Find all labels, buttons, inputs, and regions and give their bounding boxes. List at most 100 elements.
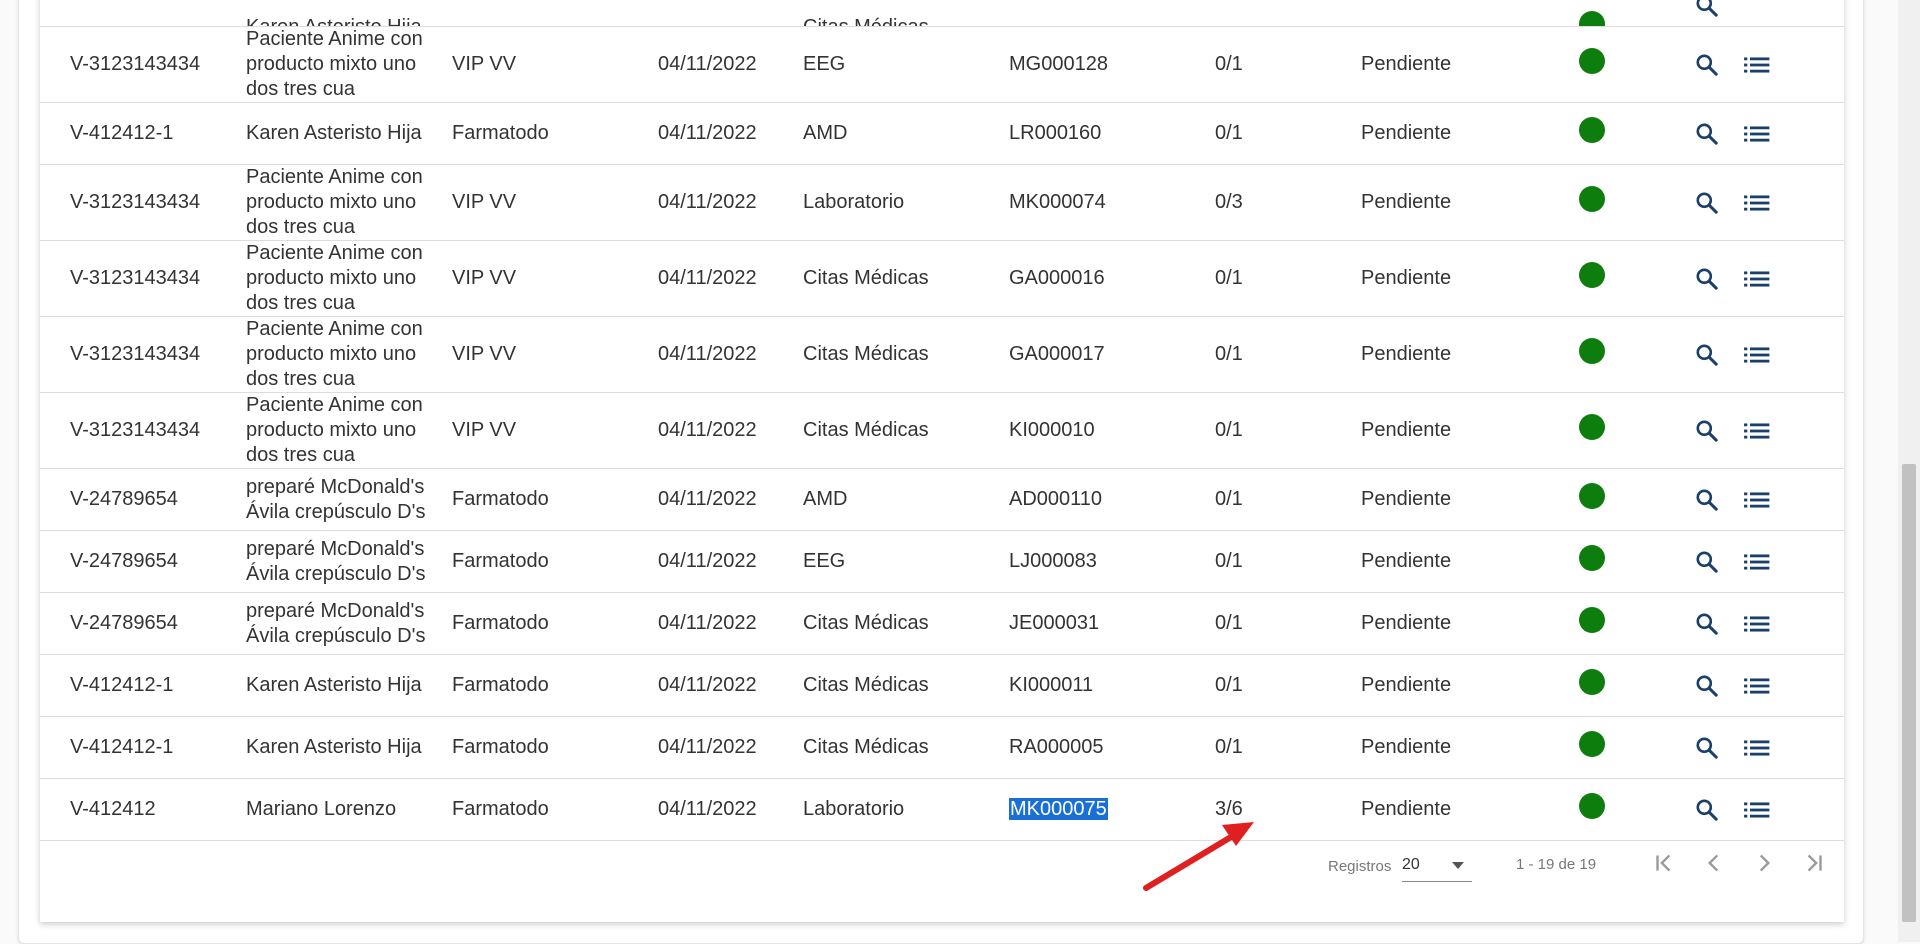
company-cell: VIP VV [452,240,658,317]
area-cell: AMD [803,102,1009,165]
list-icon[interactable] [1741,339,1773,371]
patient-name-cell: Paciente Anime con producto mixto uno do… [246,240,452,317]
status-indicator-cell [1579,592,1691,655]
search-icon[interactable] [1691,118,1723,150]
search-icon[interactable] [1691,670,1723,702]
list-icon[interactable] [1741,49,1773,81]
search-icon[interactable] [1691,484,1723,516]
company-cell: Farmatodo [452,530,658,593]
row-actions [1691,339,1844,371]
table-row[interactable]: V-24789654 preparé McDonald's Ávila crepú… [40,592,1844,655]
date-cell: 04/11/2022 [658,240,803,317]
scrollbar-thumb[interactable] [1902,464,1916,922]
search-icon[interactable] [1691,608,1723,640]
list-icon[interactable] [1741,484,1773,516]
search-icon[interactable] [1691,263,1723,295]
table-row[interactable]: V-3123143434 Paciente Anime con producto … [40,240,1844,317]
actions-cell [1691,592,1844,655]
status-dot-icon [1579,48,1605,74]
order-code-cell: GA000017 [1009,316,1215,393]
status-dot-icon [1579,607,1605,633]
search-icon[interactable] [1691,49,1723,81]
patient-id-cell: V-3123143434 [40,26,246,103]
table-row[interactable]: V-3123143434 Paciente Anime con producto … [40,26,1844,103]
table-row[interactable]: V-24789654 preparé McDonald's Ávila crepú… [40,530,1844,593]
date-cell: 04/11/2022 [658,530,803,593]
area-cell: Citas Médicas [803,316,1009,393]
search-icon[interactable] [1691,546,1723,578]
table-row[interactable]: V-412412-1 Karen Asteristo Hija Farmatodo 0… [40,102,1844,165]
status-text-cell: Pendiente [1361,316,1579,393]
progress-cell: 0/3 [1215,164,1361,241]
first-page-icon [1656,854,1671,872]
last-page-button[interactable] [1794,843,1834,883]
area-cell: Citas Médicas [803,592,1009,655]
list-icon[interactable] [1741,732,1773,764]
patient-id-cell: V-24789654 [40,530,246,593]
status-text-cell: Pendiente [1361,716,1579,779]
page-size-select[interactable]: 20 [1402,849,1472,882]
search-icon[interactable] [1691,732,1723,764]
table-row[interactable]: V-412412-1 Karen Asteristo Hija Farmatodo 0… [40,716,1844,779]
patient-id-cell: V-24789654 [40,468,246,531]
first-page-button[interactable] [1644,843,1684,883]
status-indicator-cell [1579,530,1691,593]
table-row[interactable]: V-24789654 preparé McDonald's Ávila crepú… [40,468,1844,531]
records-label: Registros [1328,858,1392,875]
date-cell: 04/11/2022 [658,316,803,393]
status-indicator-cell [1579,240,1691,317]
progress-cell: 0/1 [1215,392,1361,469]
actions-cell [1691,102,1844,165]
list-icon[interactable] [1741,415,1773,447]
results-card: Karen Asteristo Hija Citas Médicas V-312… [40,0,1844,922]
order-code-cell: JE000031 [1009,592,1215,655]
row-actions [1691,608,1844,640]
area-cell: EEG [803,530,1009,593]
status-text-cell: Pendiente [1361,240,1579,317]
table-row[interactable]: V-3123143434 Paciente Anime con producto … [40,164,1844,241]
search-icon[interactable] [1691,415,1723,447]
status-dot-icon [1579,731,1605,757]
list-icon[interactable] [1741,670,1773,702]
order-code-cell: GA000016 [1009,240,1215,317]
list-icon[interactable] [1741,187,1773,219]
progress-cell: 0/1 [1215,316,1361,393]
actions-cell [1691,468,1844,531]
area-cell: Citas Médicas [803,716,1009,779]
actions-cell [1691,316,1844,393]
row-actions [1691,187,1844,219]
last-page-icon [1807,854,1822,872]
patient-name-cell: Karen Asteristo Hija [246,716,452,779]
company-cell: Farmatodo [452,468,658,531]
table-row[interactable]: V-412412-1 Karen Asteristo Hija Farmatodo 0… [40,654,1844,717]
table-row[interactable]: V-3123143434 Paciente Anime con producto … [40,316,1844,393]
actions-cell [1691,240,1844,317]
date-cell: 04/11/2022 [658,164,803,241]
area-cell: Laboratorio [803,164,1009,241]
search-icon[interactable] [1691,339,1723,371]
pagination-bar: Registros 20 1 - 19 de 19 [40,813,1844,913]
actions-cell [1691,164,1844,241]
patient-name-cell: Paciente Anime con producto mixto uno do… [246,392,452,469]
patient-name-cell: Paciente Anime con producto mixto uno do… [246,26,452,103]
status-dot-icon [1579,483,1605,509]
date-cell: 04/11/2022 [658,716,803,779]
search-icon[interactable] [1691,187,1723,219]
patient-name-cell: Paciente Anime con producto mixto uno do… [246,164,452,241]
next-page-button[interactable] [1744,843,1784,883]
previous-page-button[interactable] [1694,843,1734,883]
previous-page-icon [1707,854,1719,872]
list-icon[interactable] [1741,118,1773,150]
search-icon[interactable] [1691,0,1723,22]
list-icon[interactable] [1741,263,1773,295]
patient-id-cell: V-412412-1 [40,654,246,717]
list-icon[interactable] [1741,546,1773,578]
chevron-down-icon [1452,862,1464,869]
row-actions [1691,546,1844,578]
next-page-icon [1759,854,1771,872]
list-icon[interactable] [1741,608,1773,640]
table-row[interactable]: V-3123143434 Paciente Anime con producto … [40,392,1844,469]
status-indicator-cell [1579,316,1691,393]
progress-cell: 0/1 [1215,530,1361,593]
name-cell-partial: Karen Asteristo Hija [246,0,452,27]
